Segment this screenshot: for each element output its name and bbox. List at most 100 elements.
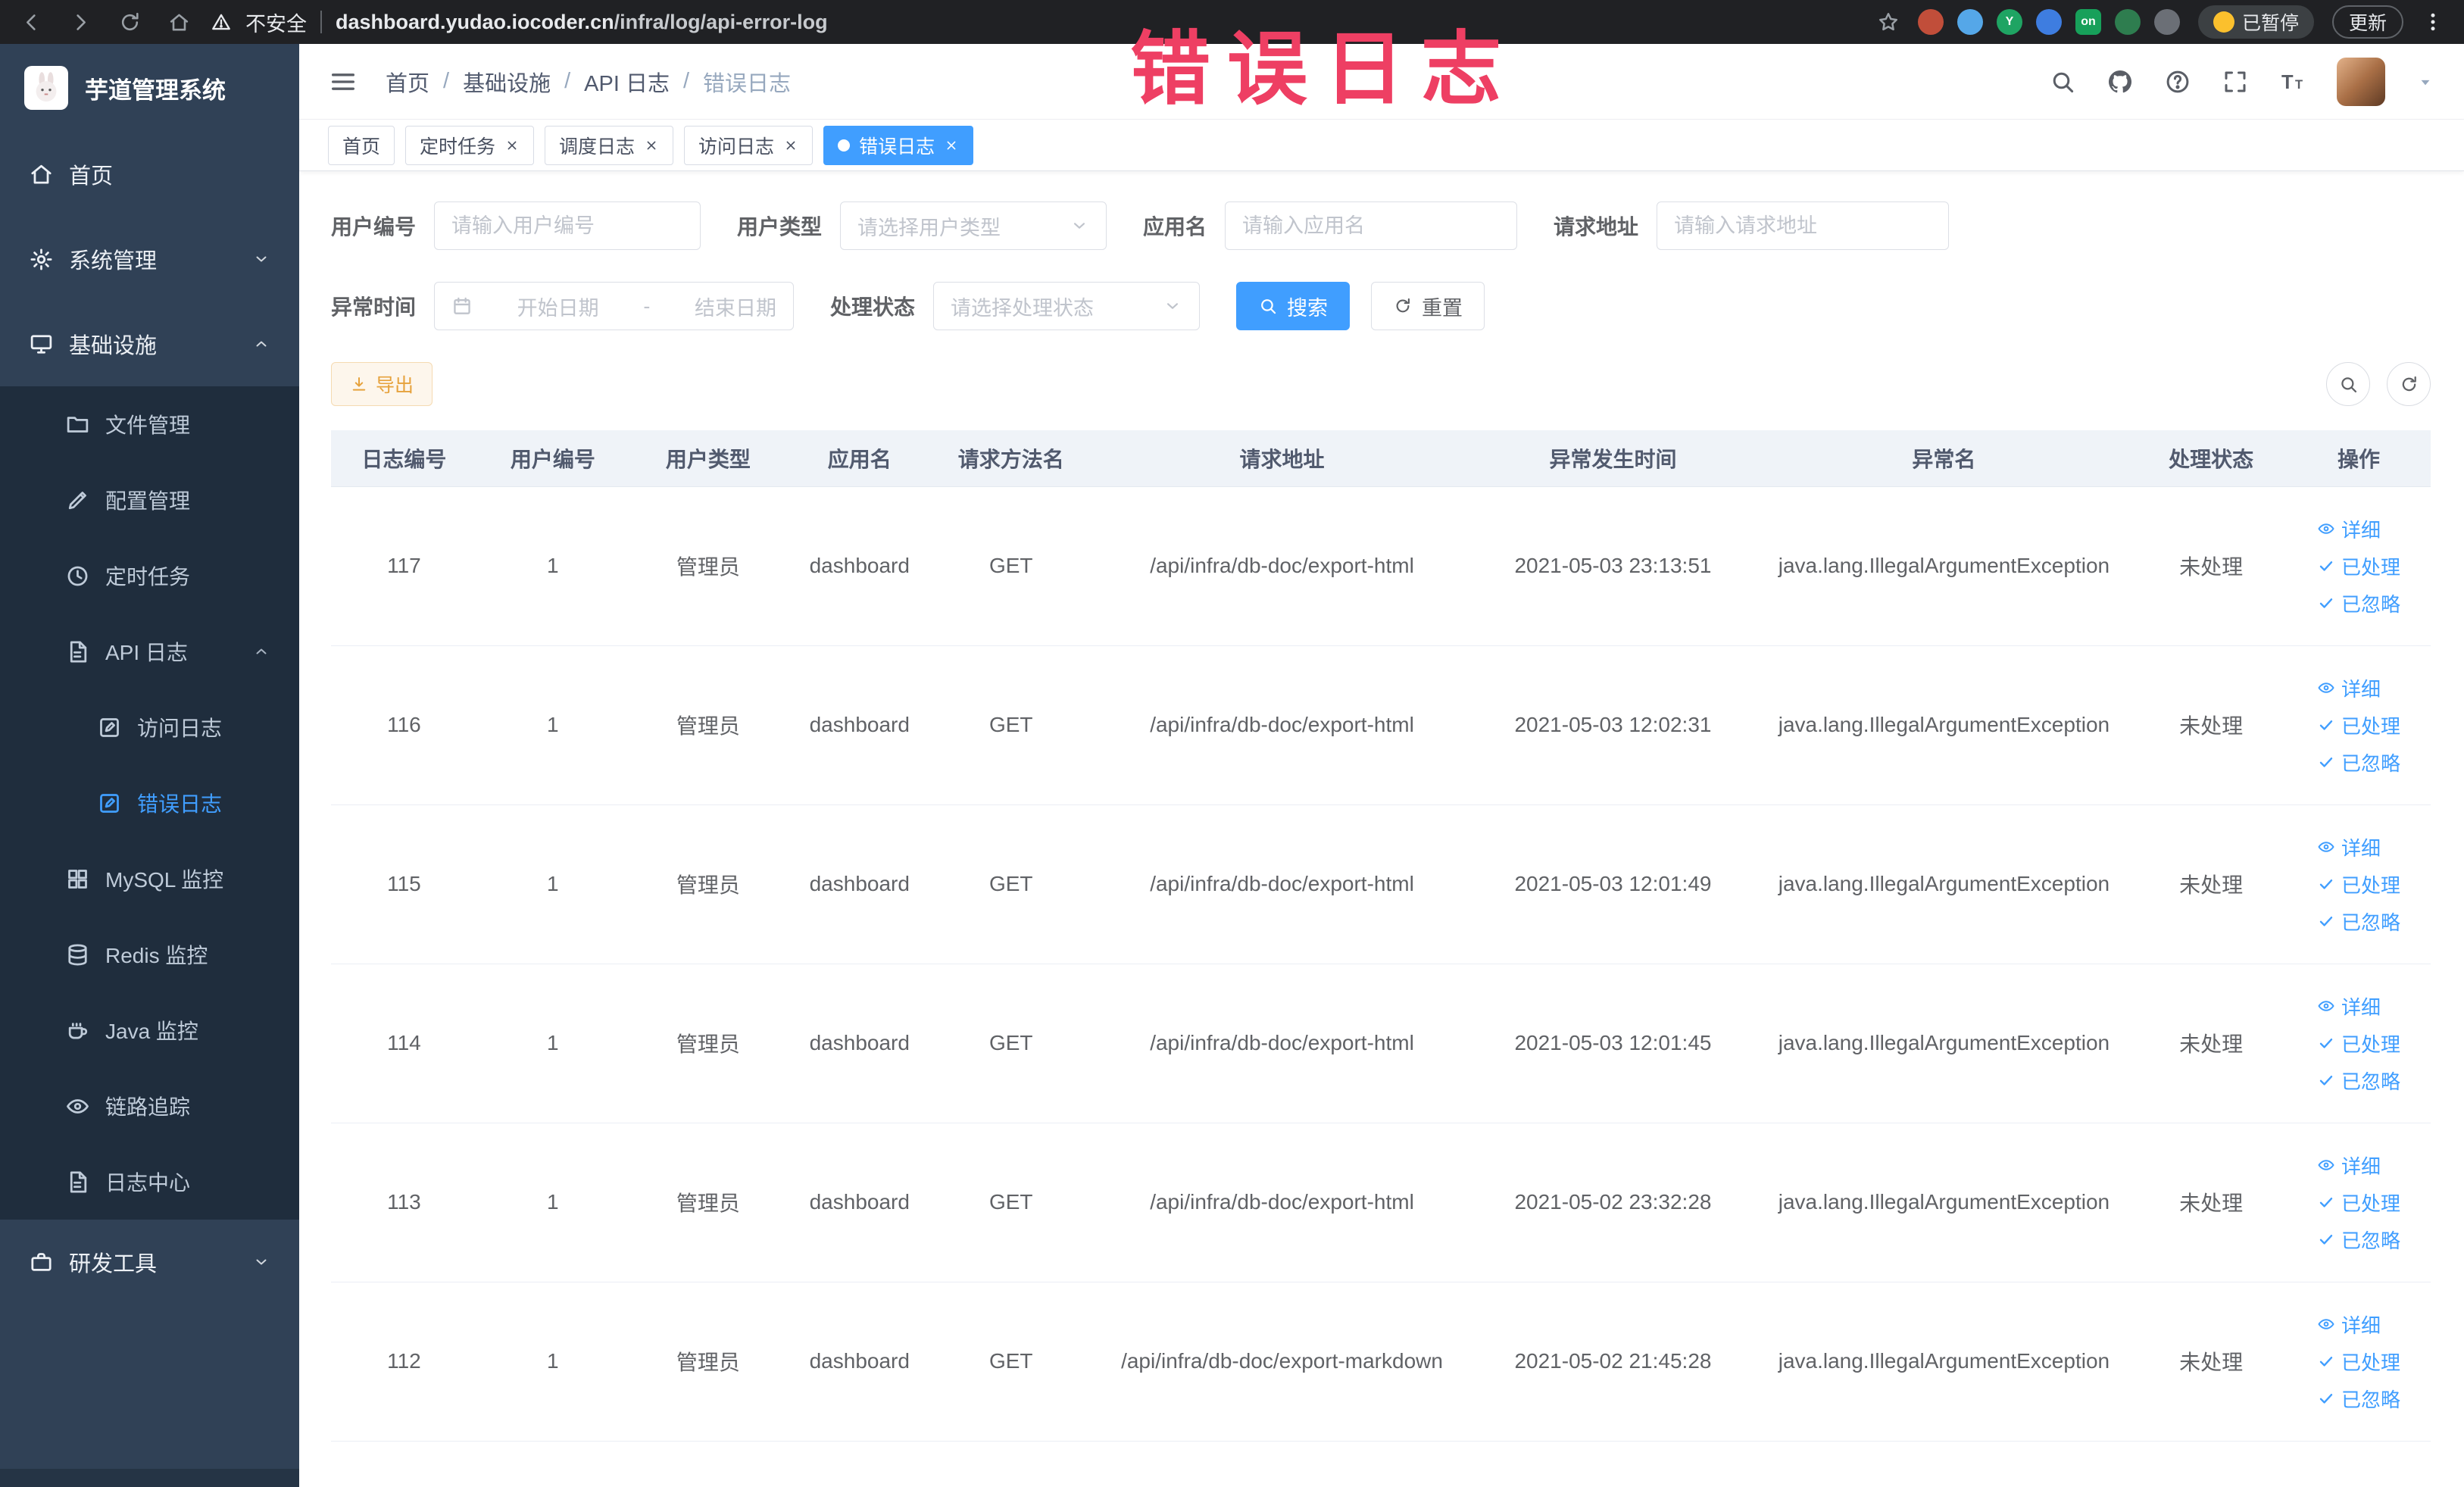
sidebar-item-trace[interactable]: 链路追踪 xyxy=(0,1068,299,1144)
bookmark-star-icon[interactable] xyxy=(1877,11,1900,33)
breadcrumb-separator: / xyxy=(443,69,450,93)
processed-link[interactable]: 已处理 xyxy=(2317,870,2400,898)
back-icon[interactable] xyxy=(20,11,43,34)
reset-button[interactable]: 重置 xyxy=(1371,282,1485,330)
detail-link[interactable]: 详细 xyxy=(2317,992,2381,1020)
extension-blue-grid[interactable] xyxy=(2035,9,2062,35)
app-name-input[interactable] xyxy=(1225,201,1518,250)
processed-link[interactable]: 已处理 xyxy=(2317,711,2400,739)
close-icon[interactable] xyxy=(504,138,520,153)
detail-link[interactable]: 详细 xyxy=(2317,1151,2381,1179)
sidebar-toggle-icon[interactable] xyxy=(328,67,358,97)
sidebar-item-infra[interactable]: 基础设施 xyxy=(0,301,299,386)
refresh-table-icon xyxy=(2399,374,2419,395)
github-icon[interactable] xyxy=(2106,68,2134,95)
update-button[interactable]: 更新 xyxy=(2331,5,2403,39)
sidebar-item-config[interactable]: 配置管理 xyxy=(0,462,299,538)
cell-user_type: 管理员 xyxy=(628,1123,788,1282)
toggle-search-button[interactable] xyxy=(2326,362,2370,406)
cell-actions: 详细 已处理 已忽略 xyxy=(2287,645,2431,805)
app-logo[interactable]: 芋道管理系统 xyxy=(0,44,299,132)
cell-method: GET xyxy=(931,1282,1091,1442)
address-bar[interactable]: 不安全 dashboard.yudao.iocoder.cn/infra/log… xyxy=(211,8,1857,37)
active-tab-dot xyxy=(838,139,851,152)
not-secure-warning-icon[interactable] xyxy=(211,11,232,33)
breadcrumb-item[interactable]: 基础设施 xyxy=(463,66,551,98)
close-icon[interactable] xyxy=(644,138,659,153)
cell-exception: java.lang.IllegalArgumentException xyxy=(1752,645,2136,805)
ignored-link[interactable]: 已忽略 xyxy=(2317,1067,2400,1095)
svg-text:T: T xyxy=(2281,72,2294,93)
detail-label: 详细 xyxy=(2341,518,2381,542)
user-id-input[interactable] xyxy=(434,201,701,250)
detail-link[interactable]: 详细 xyxy=(2317,674,2381,702)
sidebar-item-label: API 日志 xyxy=(105,641,188,664)
tab-home[interactable]: 首页 xyxy=(328,125,395,165)
close-icon[interactable] xyxy=(783,138,798,153)
search-icon[interactable] xyxy=(2049,68,2076,95)
help-icon[interactable] xyxy=(2164,68,2191,95)
extension-blue-drop[interactable] xyxy=(1957,9,1983,35)
forward-icon[interactable] xyxy=(69,11,92,34)
cell-status: 未处理 xyxy=(2135,486,2288,646)
table-row: 116 1 管理员 dashboard GET/api/infra/db-doc/exp… xyxy=(331,645,2431,805)
check-icon xyxy=(2317,1071,2335,1089)
close-icon[interactable] xyxy=(944,138,959,153)
user-avatar[interactable] xyxy=(2337,57,2385,106)
browser-menu-icon[interactable] xyxy=(2422,11,2444,33)
ignored-link[interactable]: 已忽略 xyxy=(2317,1385,2400,1413)
ignored-link[interactable]: 已忽略 xyxy=(2317,748,2400,776)
ignored-link[interactable]: 已忽略 xyxy=(2317,589,2400,617)
sidebar-item-home[interactable]: 首页 xyxy=(0,132,299,217)
cell-user_type: 管理员 xyxy=(628,804,788,964)
process-status-select[interactable]: 请选择处理状态 xyxy=(933,282,1201,330)
refresh-table-button[interactable] xyxy=(2387,362,2431,406)
user-type-select[interactable]: 请选择用户类型 xyxy=(840,201,1107,250)
sidebar-item-dev-tools[interactable]: 研发工具 xyxy=(0,1220,299,1304)
font-size-icon[interactable]: TT xyxy=(2279,68,2306,95)
detail-link[interactable]: 详细 xyxy=(2317,1310,2381,1339)
tab-error-log[interactable]: 错误日志 xyxy=(823,125,974,165)
url-text[interactable]: dashboard.yudao.iocoder.cn/infra/log/api… xyxy=(336,11,828,34)
sidebar-item-file[interactable]: 文件管理 xyxy=(0,386,299,462)
avatar-caret-icon[interactable] xyxy=(2416,72,2435,92)
process-status-label: 处理状态 xyxy=(830,295,916,319)
sidebar-item-api-log[interactable]: API 日志 xyxy=(0,614,299,689)
exception-time-range-picker[interactable]: 开始日期 - 结束日期 xyxy=(434,282,795,330)
extension-on-badge[interactable]: on xyxy=(2075,9,2101,35)
export-button[interactable]: 导出 xyxy=(331,362,433,406)
processed-link[interactable]: 已处理 xyxy=(2317,1189,2400,1217)
ignored-link[interactable]: 已忽略 xyxy=(2317,908,2400,936)
sidebar-item-log-center[interactable]: 日志中心 xyxy=(0,1144,299,1220)
extension-green-y[interactable]: Y xyxy=(1996,9,2022,35)
breadcrumb-item[interactable]: 首页 xyxy=(386,66,429,98)
sidebar-item-redis[interactable]: Redis 监控 xyxy=(0,917,299,992)
sidebar-item-error-log[interactable]: 错误日志 xyxy=(0,765,299,841)
breadcrumb-item[interactable]: API 日志 xyxy=(584,66,670,98)
sidebar-item-system[interactable]: 系统管理 xyxy=(0,217,299,301)
tab-schedule-log[interactable]: 调度日志 xyxy=(545,125,674,165)
reload-icon[interactable] xyxy=(118,11,142,34)
extension-pin[interactable] xyxy=(2153,9,2180,35)
detail-link[interactable]: 详细 xyxy=(2317,515,2381,543)
request-url-input[interactable] xyxy=(1657,201,1950,250)
search-button[interactable]: 搜索 xyxy=(1236,282,1351,330)
sidebar-item-mysql[interactable]: MySQL 监控 xyxy=(0,841,299,917)
sidebar-item-java[interactable]: Java 监控 xyxy=(0,992,299,1068)
detail-link[interactable]: 详细 xyxy=(2317,833,2381,861)
ignored-link[interactable]: 已忽略 xyxy=(2317,1226,2400,1254)
sidebar-item-job[interactable]: 定时任务 xyxy=(0,538,299,614)
extension-leaf[interactable] xyxy=(2114,9,2141,35)
paused-extension-badge[interactable]: 已暂停 xyxy=(2197,5,2314,39)
processed-link[interactable]: 已处理 xyxy=(2317,552,2400,580)
sidebar-item-access-log[interactable]: 访问日志 xyxy=(0,689,299,765)
extension-red-circle[interactable] xyxy=(1917,9,1944,35)
check-icon xyxy=(2317,557,2335,575)
tab-job[interactable]: 定时任务 xyxy=(405,125,535,165)
browser-home-icon[interactable] xyxy=(167,11,191,34)
fullscreen-icon[interactable] xyxy=(2222,68,2249,95)
tab-access-log[interactable]: 访问日志 xyxy=(684,125,814,165)
processed-link[interactable]: 已处理 xyxy=(2317,1348,2400,1376)
processed-link[interactable]: 已处理 xyxy=(2317,1029,2400,1057)
check-icon xyxy=(2317,594,2335,612)
